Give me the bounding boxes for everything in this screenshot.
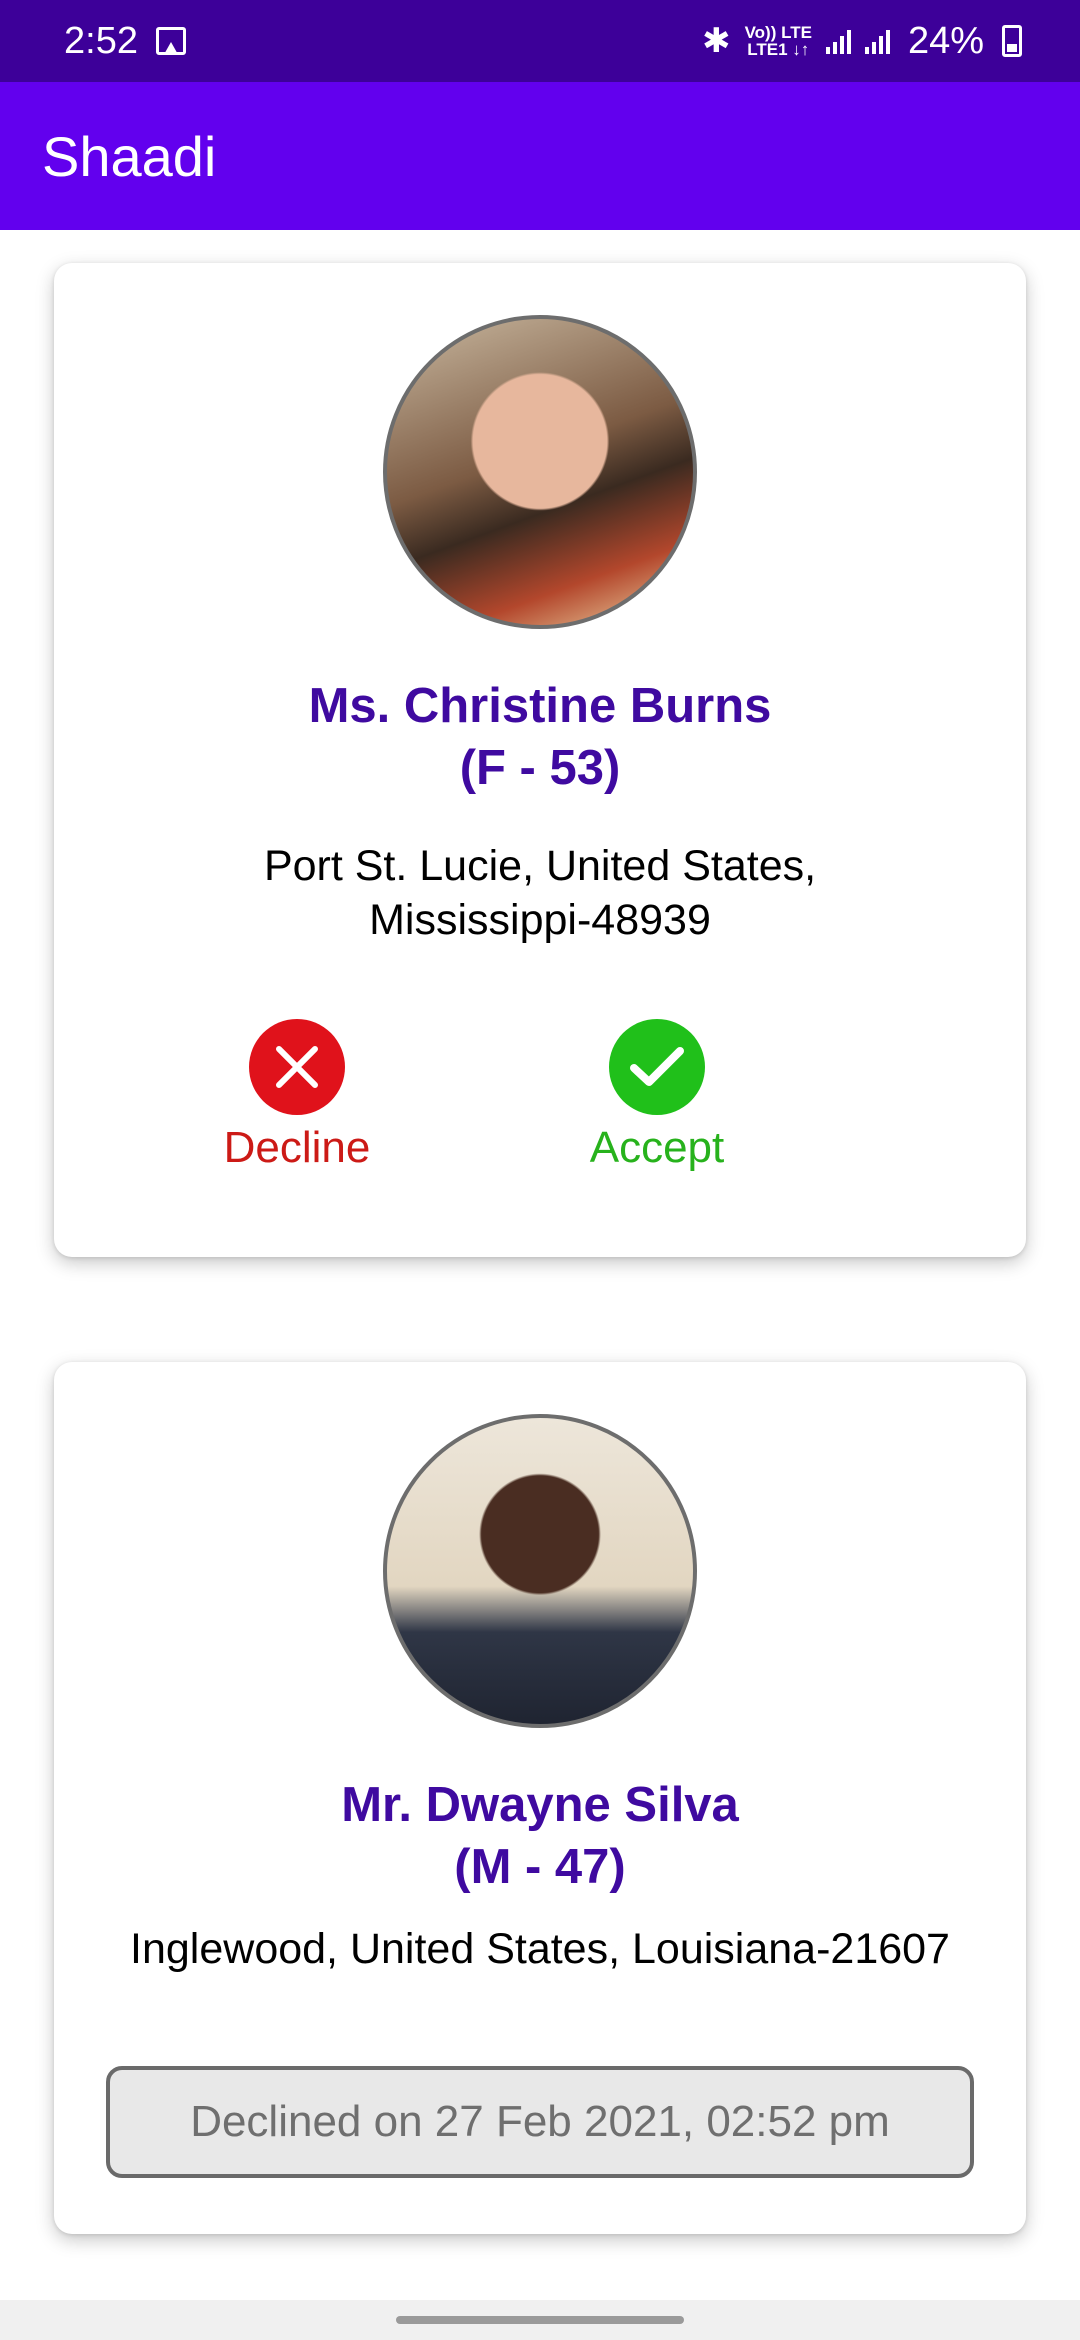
decline-button[interactable]: Decline — [177, 1019, 417, 1173]
image-icon — [155, 27, 186, 55]
profile-gender-age: (M - 47) — [454, 1840, 626, 1894]
status-bar: 2:52 ✱ Vo)) LTE LTE1 ↓↑ 24% — [0, 0, 1080, 82]
profile-name: Ms. Christine Burns (F - 53) — [54, 675, 1026, 799]
gesture-handle[interactable] — [396, 2316, 684, 2324]
status-icons: ✱ Vo)) LTE LTE1 ↓↑ — [702, 21, 890, 61]
signal-icon-2 — [864, 28, 890, 54]
profile-card: Ms. Christine Burns (F - 53) Port St. Lu… — [54, 263, 1026, 1257]
profile-address: Inglewood, United States, Louisiana-2160… — [130, 1925, 950, 1973]
app-title: Shaadi — [42, 124, 217, 188]
app-bar: Shaadi — [0, 82, 1080, 230]
status-time: 2:52 — [64, 19, 138, 62]
profile-address: Port St. Lucie, United States, Mississip… — [74, 839, 1006, 947]
profile-name: Mr. Dwayne Silva (M - 47) — [54, 1774, 1026, 1898]
avatar — [383, 315, 697, 629]
close-icon[interactable] — [249, 1019, 345, 1115]
status-right: ✱ Vo)) LTE LTE1 ↓↑ 24% — [702, 20, 1022, 63]
battery-icon — [1002, 25, 1022, 57]
avatar — [383, 1414, 697, 1728]
signal-icon — [825, 28, 851, 54]
bluetooth-icon: ✱ — [702, 22, 731, 60]
decline-label[interactable]: Decline — [177, 1123, 417, 1173]
battery-percentage: 24% — [907, 19, 984, 62]
network-indicator: Vo)) LTE LTE1 ↓↑ — [745, 24, 812, 58]
profile-gender-age: (F - 53) — [459, 741, 621, 795]
network-top-text: Vo)) LTE — [744, 23, 812, 42]
profile-name-text: Ms. Christine Burns — [308, 679, 772, 733]
check-icon[interactable] — [609, 1019, 705, 1115]
accept-label[interactable]: Accept — [537, 1123, 777, 1173]
network-bottom-text: LTE1 ↓↑ — [747, 40, 810, 59]
profile-address-line2: Mississippi-48939 — [369, 896, 711, 944]
status-left: 2:52 — [64, 20, 186, 63]
profile-address-line1: Port St. Lucie, United States, — [263, 842, 817, 890]
accept-button[interactable]: Accept — [537, 1019, 777, 1173]
profile-list[interactable]: Ms. Christine Burns (F - 53) Port St. Lu… — [0, 230, 1080, 2300]
profile-name-text: Mr. Dwayne Silva — [341, 1778, 739, 1832]
profile-card: Mr. Dwayne Silva (M - 47) Inglewood, Uni… — [54, 1362, 1026, 2234]
decline-status-badge: Declined on 27 Feb 2021, 02:52 pm — [106, 2066, 974, 2178]
navigation-area — [0, 2300, 1080, 2340]
